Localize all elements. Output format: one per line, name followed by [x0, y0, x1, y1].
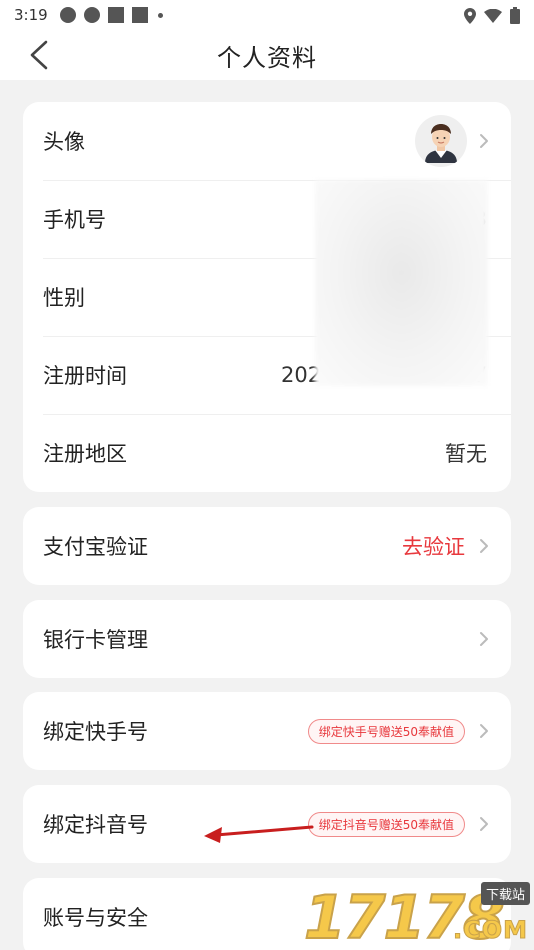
chevron-right-icon: [480, 134, 488, 148]
notification-icon: [59, 7, 76, 23]
status-time: 3:19: [14, 6, 48, 24]
kuaishou-card: 绑定快手号 绑定快手号赠送50奉献值: [23, 692, 511, 770]
watermark-suffix: .COM: [452, 916, 528, 945]
chevron-right-icon: [480, 539, 488, 553]
douyin-reward-badge: 绑定抖音号赠送50奉献值: [307, 811, 465, 837]
page-header: 个人资料: [0, 30, 534, 80]
privacy-blur: [315, 180, 488, 386]
phone-label: 手机号: [43, 208, 106, 232]
bankcard-label: 银行卡管理: [43, 628, 148, 652]
alipay-card: 支付宝验证 去验证: [23, 507, 511, 585]
bind-kuaishou-row[interactable]: 绑定快手号 绑定快手号赠送50奉献值: [23, 692, 511, 770]
account-security-label: 账号与安全: [43, 906, 148, 930]
avatar-label: 头像: [43, 130, 85, 154]
system-icons: [464, 7, 520, 24]
go-verify-link[interactable]: 去验证: [402, 531, 465, 561]
chevron-right-icon: [480, 632, 488, 646]
bankcard-row[interactable]: 银行卡管理: [23, 600, 511, 678]
alipay-verify-row[interactable]: 支付宝验证 去验证: [23, 507, 511, 585]
chevron-right-icon: [480, 817, 488, 831]
notification-icon: [83, 7, 100, 23]
register-region-value: 暂无: [445, 442, 487, 466]
wifi-icon: [484, 8, 502, 23]
register-region-label: 注册地区: [43, 442, 127, 466]
register-region-row: 注册地区 暂无: [23, 414, 511, 492]
notification-icon: [107, 7, 124, 23]
more-notifications-icon: [157, 12, 163, 18]
bind-douyin-label: 绑定抖音号: [43, 813, 148, 837]
site-watermark: 17178 下载站 .COM: [303, 882, 534, 950]
battery-icon: [510, 7, 520, 24]
user-avatar-icon: [425, 124, 457, 163]
chevron-right-icon: [480, 724, 488, 738]
notification-icon: [131, 7, 148, 23]
location-icon: [464, 7, 476, 24]
avatar[interactable]: [415, 115, 467, 167]
alipay-verify-label: 支付宝验证: [43, 535, 148, 559]
register-time-label: 注册时间: [43, 364, 127, 388]
kuaishou-reward-badge: 绑定快手号赠送50奉献值: [307, 718, 465, 744]
watermark-tag: 下载站: [480, 882, 530, 905]
gender-label: 性别: [43, 286, 85, 310]
back-arrow-icon[interactable]: [26, 38, 60, 72]
bankcard-card: 银行卡管理: [23, 600, 511, 678]
avatar-row[interactable]: 头像: [23, 102, 511, 180]
page-title: 个人资料: [217, 43, 317, 72]
bind-kuaishou-label: 绑定快手号: [43, 720, 148, 744]
annotation-arrow-icon: [204, 825, 314, 843]
status-bar: 3:19: [0, 0, 534, 30]
